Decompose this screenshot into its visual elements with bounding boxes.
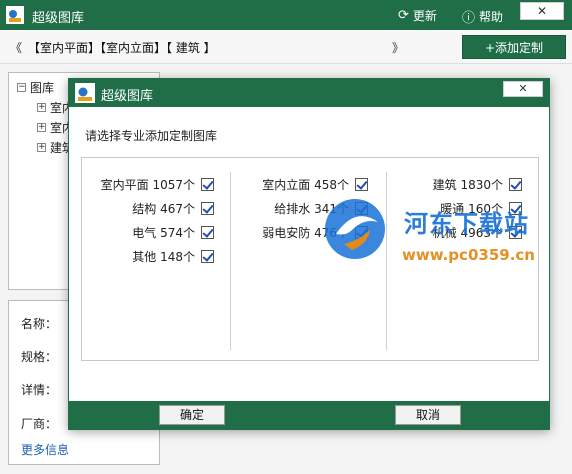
checkbox[interactable]: [509, 226, 522, 239]
option-other[interactable]: 其他 148个: [132, 248, 214, 265]
expand-icon[interactable]: +: [37, 103, 46, 112]
dialog-close-button[interactable]: ✕: [503, 81, 543, 97]
option-structure[interactable]: 结构 467个: [132, 200, 214, 217]
expand-icon[interactable]: +: [37, 143, 46, 152]
option-plumbing[interactable]: 给排水 341个: [274, 200, 368, 217]
add-custom-button[interactable]: +添加定制: [462, 35, 566, 59]
option-electrical[interactable]: 电气 574个: [132, 224, 214, 241]
detail-label: 详情：: [21, 383, 58, 397]
dialog-footer: 确定 取消: [69, 401, 549, 429]
scroll-right-button[interactable]: 》: [392, 39, 404, 56]
dialog-title: 超级图库: [101, 89, 154, 104]
checkbox[interactable]: [201, 226, 214, 239]
help-button[interactable]: ⓘ 帮助: [462, 7, 503, 26]
refresh-button[interactable]: ⟳ 更新: [398, 7, 437, 24]
option-label: 电气 574个: [132, 226, 195, 240]
tree-root[interactable]: − 图库: [17, 79, 54, 96]
ok-button[interactable]: 确定: [159, 405, 225, 425]
category-bar: 《 【室内平面】【室内立面】【 建筑 】 》 +添加定制: [0, 30, 572, 64]
app-title: 超级图库: [32, 11, 85, 26]
dialog-title-bar: 超级图库 ✕: [69, 79, 549, 107]
scroll-left-button[interactable]: 《: [10, 39, 22, 56]
option-mechanical[interactable]: 机械 4963个: [433, 224, 522, 241]
refresh-icon: ⟳: [398, 8, 409, 23]
more-info-link[interactable]: 更多信息: [21, 441, 69, 458]
checkbox[interactable]: [355, 178, 368, 191]
vendor-label: 厂商：: [21, 417, 58, 431]
option-label: 给排水 341个: [274, 202, 349, 216]
help-label: 帮助: [479, 10, 504, 24]
checkbox[interactable]: [509, 178, 522, 191]
expand-icon[interactable]: +: [37, 123, 46, 132]
option-interior-plan[interactable]: 室内平面 1057个: [101, 176, 214, 193]
help-icon: ⓘ: [462, 11, 476, 26]
cancel-button[interactable]: 取消: [395, 405, 461, 425]
checkbox[interactable]: [509, 202, 522, 215]
checkbox[interactable]: [201, 250, 214, 263]
option-label: 室内平面 1057个: [100, 178, 195, 192]
custom-library-dialog: 超级图库 ✕ 请选择专业添加定制图库 室内平面 1057个 结构 467个 电气…: [68, 78, 550, 430]
title-bar: 超级图库 ⟳ 更新 ⓘ 帮助 ✕: [0, 0, 572, 30]
column-divider: [386, 172, 387, 350]
option-architecture[interactable]: 建筑 1830个: [433, 176, 522, 193]
option-label: 弱电安防 476个: [262, 226, 349, 240]
window-close-button[interactable]: ✕: [520, 2, 564, 20]
app-logo-icon: [6, 6, 24, 24]
discipline-options: 室内平面 1057个 结构 467个 电气 574个 其他 148个 室内立面 …: [81, 157, 539, 361]
option-hvac[interactable]: 暖通 160个: [440, 200, 522, 217]
option-label: 结构 467个: [132, 202, 195, 216]
checkbox[interactable]: [201, 202, 214, 215]
tree-root-label: 图库: [30, 81, 55, 95]
option-low-voltage-security[interactable]: 弱电安防 476个: [262, 224, 368, 241]
spec-label: 规格：: [21, 350, 58, 364]
option-interior-elevation[interactable]: 室内立面 458个: [262, 176, 368, 193]
column-divider: [230, 172, 231, 350]
dialog-prompt: 请选择专业添加定制图库: [85, 129, 218, 143]
name-label: 名称：: [21, 317, 58, 331]
checkbox[interactable]: [201, 178, 214, 191]
checkbox[interactable]: [355, 226, 368, 239]
refresh-label: 更新: [412, 9, 437, 23]
app-logo-icon: [75, 83, 95, 103]
collapse-icon[interactable]: −: [17, 83, 26, 92]
option-label: 室内立面 458个: [262, 178, 349, 192]
option-label: 其他 148个: [132, 250, 195, 264]
option-label: 机械 4963个: [432, 226, 503, 240]
checkbox[interactable]: [355, 202, 368, 215]
selected-categories[interactable]: 【室内平面】【室内立面】【 建筑 】: [28, 39, 216, 56]
option-label: 暖通 160个: [440, 202, 503, 216]
option-label: 建筑 1830个: [432, 178, 503, 192]
